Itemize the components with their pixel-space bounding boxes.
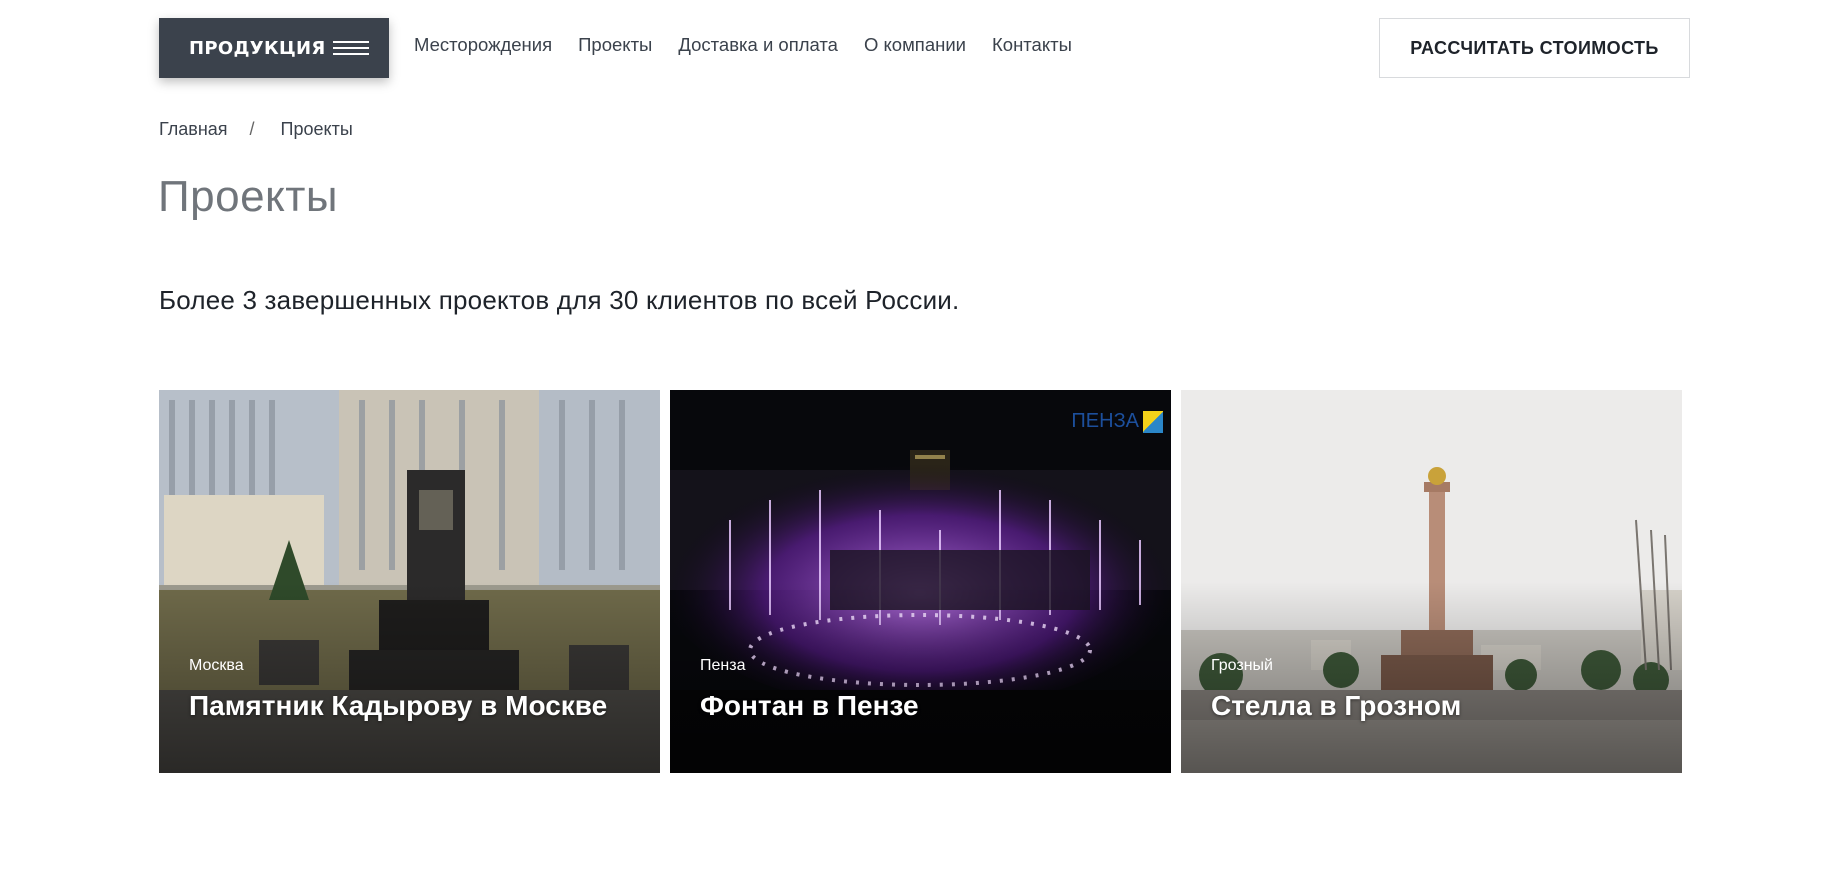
project-name: Фонтан в Пензе — [700, 690, 919, 721]
project-city: Москва — [189, 657, 244, 674]
project-name: Стелла в Грозном — [1211, 690, 1462, 721]
breadcrumb-separator: / — [249, 119, 255, 139]
page-subtitle: Более 3 завершенных проектов для 30 клие… — [159, 285, 960, 315]
penza-emblem-icon — [1143, 410, 1163, 433]
project-city: Грозный — [1211, 657, 1273, 674]
breadcrumb: Главная / Проекты — [159, 119, 353, 140]
project-cards: Москва Памятник Кадырову в Москве ПЕНЗА … — [159, 390, 1682, 773]
breadcrumb-current: Проекты — [280, 119, 353, 139]
site-header: ПРОДУКЦИЯ Месторождения Проекты Доставка… — [0, 0, 1846, 90]
products-menu-label: ПРОДУКЦИЯ — [189, 37, 326, 59]
nav-link-contacts[interactable]: Контакты — [992, 34, 1072, 56]
nav-link-about[interactable]: О компании — [864, 34, 966, 56]
penza-logo-text: ПЕНЗА — [1071, 410, 1139, 432]
project-city: Пенза — [700, 657, 746, 674]
products-menu-button[interactable]: ПРОДУКЦИЯ — [159, 18, 389, 78]
nav-link-deposits[interactable]: Месторождения — [414, 34, 552, 56]
nav-link-projects[interactable]: Проекты — [578, 34, 652, 56]
calculate-cost-button[interactable]: РАССЧИТАТЬ СТОИМОСТЬ — [1379, 18, 1690, 78]
project-card-grozny[interactable]: Грозный Стелла в Грозном — [1181, 390, 1682, 773]
nav-link-delivery[interactable]: Доставка и оплата — [678, 34, 838, 56]
penza-logo: ПЕНЗА — [1071, 410, 1163, 433]
project-name: Памятник Кадырову в Москве — [189, 690, 608, 721]
page-title: Проекты — [158, 172, 339, 221]
main-nav: Месторождения Проекты Доставка и оплата … — [414, 34, 1098, 56]
breadcrumb-home-link[interactable]: Главная — [159, 119, 228, 140]
project-card-penza[interactable]: ПЕНЗА Пенза Фонтан в Пензе — [670, 390, 1171, 773]
hamburger-icon — [333, 41, 369, 55]
project-card-moscow[interactable]: Москва Памятник Кадырову в Москве — [159, 390, 660, 773]
